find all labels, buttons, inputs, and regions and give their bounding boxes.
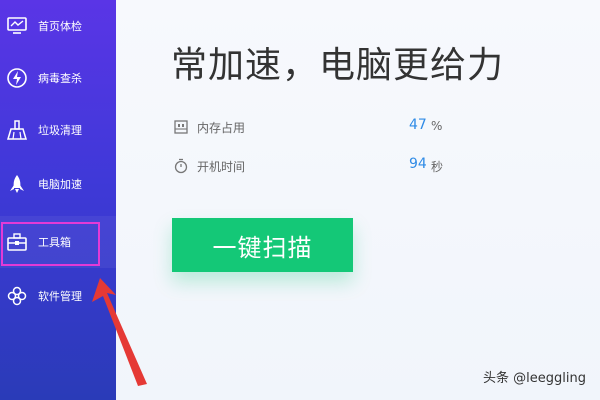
toolbox-icon	[6, 231, 28, 253]
one-click-scan-button[interactable]: 一键扫描	[172, 218, 353, 272]
boot-time-label: 开机时间	[197, 160, 246, 174]
sidebar: 首页体检 病毒查杀 垃圾清理 电脑加速 工具箱 软件管理	[0, 0, 116, 400]
sidebar-item-label: 首页体检	[38, 20, 82, 33]
sidebar-item-speed-up[interactable]: 电脑加速	[0, 158, 116, 210]
page-headline: 常加速，电脑更给力	[171, 45, 505, 86]
sidebar-item-junk-cleanup[interactable]: 垃圾清理	[0, 104, 116, 156]
memory-icon	[173, 119, 189, 135]
sidebar-item-virus-scan[interactable]: 病毒查杀	[0, 52, 116, 104]
boot-time-unit: 秒	[431, 160, 444, 174]
sidebar-item-label: 软件管理	[38, 290, 82, 303]
memory-usage-unit: %	[431, 119, 443, 133]
sidebar-item-home-checkup[interactable]: 首页体检	[0, 0, 116, 52]
memory-usage-label: 内存占用	[197, 121, 246, 135]
rocket-icon	[6, 173, 28, 195]
stopwatch-icon	[173, 158, 189, 174]
monitor-icon	[6, 15, 28, 37]
sidebar-item-toolbox[interactable]: 工具箱	[0, 216, 116, 268]
lightning-shield-icon	[6, 67, 28, 89]
apps-icon	[6, 285, 28, 307]
boot-time-value: 94	[409, 156, 427, 172]
broom-icon	[6, 119, 28, 141]
sidebar-item-label: 电脑加速	[38, 178, 82, 191]
sidebar-item-software-manager[interactable]: 软件管理	[0, 270, 116, 322]
sidebar-item-label: 垃圾清理	[38, 124, 82, 137]
main-panel: 常加速，电脑更给力 内存占用 47 % 开机时间 94 秒 一键扫描	[116, 0, 600, 400]
sidebar-item-label: 病毒查杀	[38, 72, 82, 85]
sidebar-item-label: 工具箱	[38, 236, 71, 249]
memory-usage-value: 47	[409, 117, 427, 133]
watermark-text: 头条 @leeggling	[483, 371, 586, 386]
